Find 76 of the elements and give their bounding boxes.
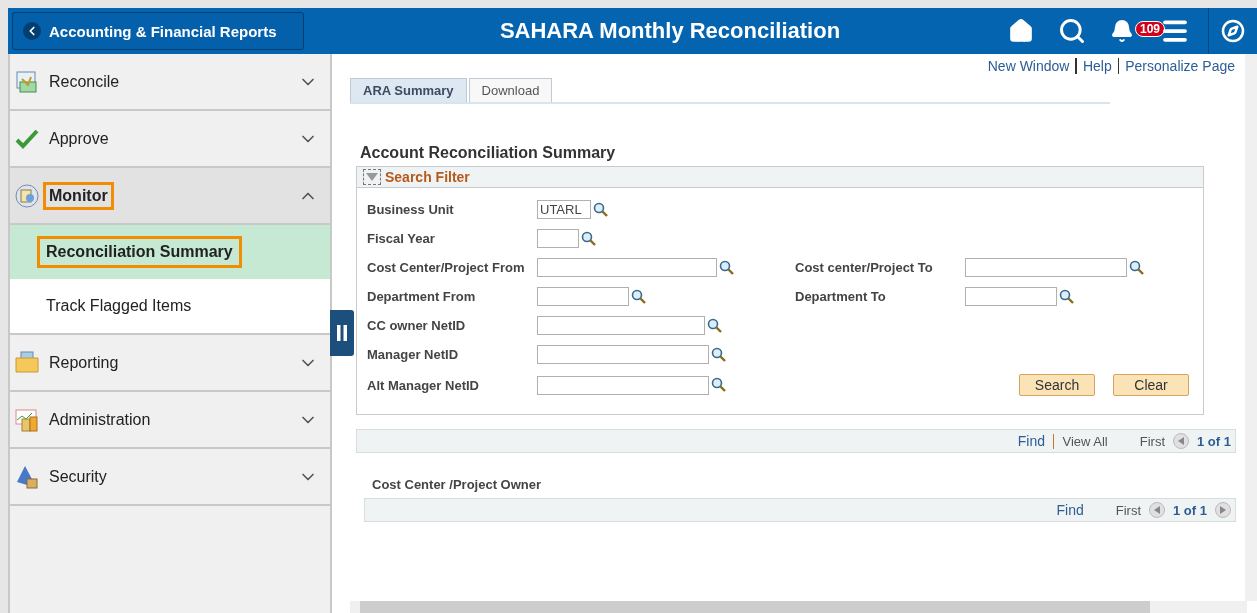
- item-label: Reconciliation Summary: [40, 239, 239, 265]
- vertical-scrollbar[interactable]: [1245, 54, 1257, 601]
- horizontal-scrollbar[interactable]: [350, 601, 1247, 613]
- left-arrow-icon: [1178, 437, 1185, 445]
- input-field[interactable]: [537, 287, 629, 306]
- section-label: Security: [48, 466, 108, 487]
- panel-title: Search Filter: [385, 169, 470, 185]
- search-icon[interactable]: [1059, 288, 1075, 305]
- field-label: Cost Center/Project From: [367, 260, 526, 275]
- field-label: Fiscal Year: [367, 231, 436, 246]
- input-field[interactable]: [965, 258, 1127, 277]
- monitor-icon: [14, 182, 40, 209]
- search-icon[interactable]: [1129, 259, 1145, 276]
- back-icon: [23, 22, 41, 40]
- search-icon[interactable]: [711, 346, 727, 363]
- sidebar-item[interactable]: Track Flagged Items: [10, 279, 330, 335]
- view-all-link[interactable]: View All: [1062, 433, 1108, 449]
- first-label: First: [1115, 502, 1142, 518]
- search-icon[interactable]: [581, 230, 597, 247]
- collapse-toggle[interactable]: [363, 169, 381, 185]
- tab[interactable]: ARA Summary: [350, 78, 467, 102]
- first-label: First: [1139, 433, 1166, 449]
- sidebar-section[interactable]: Monitor: [10, 168, 330, 225]
- collapse-button[interactable]: [330, 310, 354, 356]
- search-icon[interactable]: [593, 201, 609, 218]
- field-label: CC owner NetID: [367, 318, 467, 333]
- folder-icon: [14, 349, 40, 376]
- section-label: Reconcile: [48, 71, 121, 92]
- section-label: Monitor: [46, 184, 111, 207]
- find-link[interactable]: Find: [1017, 433, 1045, 449]
- back-button[interactable]: Accounting & Financial Reports: [12, 12, 304, 50]
- input-field[interactable]: [537, 375, 709, 395]
- right-arrow-icon: [1220, 506, 1226, 514]
- page-title: SAHARA Monthly Reconciliation: [498, 18, 842, 44]
- left-arrow-icon: [1154, 506, 1161, 514]
- field-label: Department From: [367, 289, 477, 304]
- section-label: Administration: [48, 409, 152, 430]
- previous-button[interactable]: [1149, 502, 1166, 518]
- pause-icon: [336, 324, 348, 342]
- action-button[interactable]: Clear: [1113, 374, 1189, 396]
- notification-icon[interactable]: [1110, 19, 1134, 43]
- field-label: Department To: [795, 289, 887, 304]
- next-button[interactable]: [1215, 502, 1231, 518]
- field-label: Alt Manager NetID: [367, 377, 480, 393]
- search-icon[interactable]: [719, 259, 735, 276]
- top-link[interactable]: Help: [1082, 58, 1112, 74]
- triangle-icon: [366, 173, 378, 181]
- input-field[interactable]: [537, 258, 717, 277]
- page-count: 1 of 1: [1197, 433, 1231, 449]
- input-field[interactable]: [965, 287, 1057, 306]
- input-field[interactable]: UTARL: [537, 200, 591, 219]
- tab[interactable]: Download: [468, 78, 553, 102]
- top-link[interactable]: New Window: [987, 58, 1070, 74]
- find-link[interactable]: Find: [1056, 502, 1084, 518]
- search-icon[interactable]: [631, 288, 647, 305]
- notification-count: 109: [1135, 21, 1166, 37]
- top-link[interactable]: Personalize Page: [1125, 58, 1235, 74]
- section-label: Reporting: [48, 352, 120, 373]
- field-label: Cost center/Project To: [795, 260, 934, 275]
- previous-button[interactable]: [1173, 433, 1190, 449]
- action-button[interactable]: Search: [1019, 374, 1095, 396]
- section-title: Account Reconciliation Summary: [360, 144, 617, 162]
- search-icon[interactable]: [707, 317, 723, 334]
- field-label: Manager NetID: [367, 347, 460, 362]
- item-label: Track Flagged Items: [45, 296, 193, 316]
- input-field[interactable]: [537, 316, 705, 335]
- input-field[interactable]: [537, 229, 579, 248]
- document-icon: [14, 68, 40, 95]
- grid-title: Cost Center /Project Owner: [372, 477, 543, 492]
- page-count: 1 of 1: [1173, 502, 1207, 518]
- field-label: Business Unit: [367, 202, 455, 217]
- chart-icon: [14, 406, 40, 433]
- section-label: Approve: [48, 128, 110, 149]
- sidebar-item[interactable]: Reconciliation Summary: [10, 225, 330, 279]
- input-field[interactable]: [537, 345, 709, 364]
- search-icon[interactable]: [711, 377, 727, 393]
